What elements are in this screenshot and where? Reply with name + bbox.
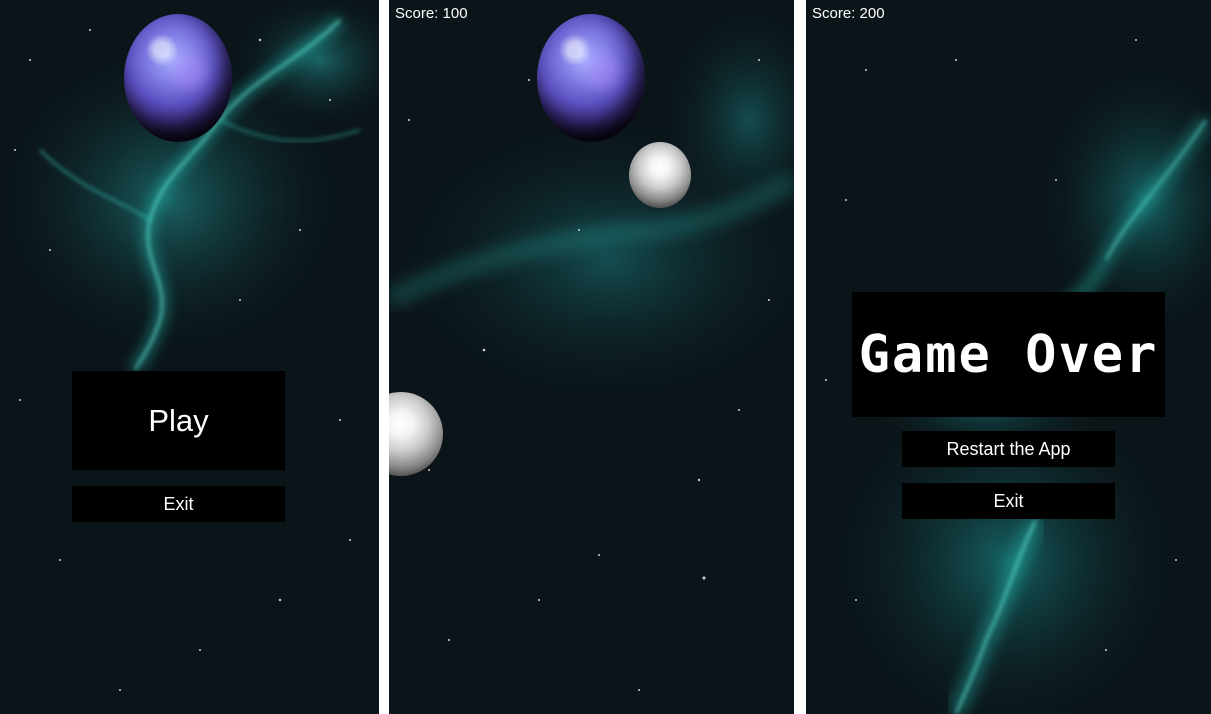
score-label: Score: 100	[395, 5, 468, 22]
game-over-screen: Score: 200 Game Over Restart the App Exi…	[806, 0, 1211, 714]
falling-ball[interactable]	[629, 142, 691, 208]
restart-button[interactable]: Restart the App	[902, 431, 1115, 467]
planet-sprite	[537, 14, 645, 142]
score-label: Score: 200	[812, 5, 885, 22]
exit-button[interactable]: Exit	[902, 483, 1115, 519]
gameplay-screen: Score: 100	[389, 0, 794, 714]
main-menu-screen: Play Exit	[0, 0, 379, 714]
game-over-title: Game Over	[852, 292, 1165, 417]
exit-button[interactable]: Exit	[72, 486, 285, 522]
planet-sprite	[124, 14, 232, 142]
play-button[interactable]: Play	[72, 371, 285, 470]
